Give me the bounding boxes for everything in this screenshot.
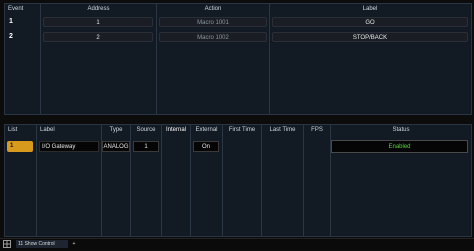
show-control-list-table: List Label Type Source Internal External… bbox=[4, 124, 472, 237]
address-cell[interactable]: 1 bbox=[43, 17, 153, 27]
column-divider bbox=[161, 125, 162, 236]
header-external: External bbox=[195, 127, 218, 133]
address-cell[interactable]: 2 bbox=[43, 32, 153, 42]
tab-bar: 11 Show Control + bbox=[0, 238, 474, 249]
column-divider bbox=[130, 125, 131, 236]
type-cell[interactable]: ANALOG bbox=[102, 141, 130, 152]
header-last-time: Last Time bbox=[269, 127, 296, 133]
column-divider bbox=[40, 4, 41, 114]
action-cell[interactable]: Macro 1002 bbox=[159, 32, 267, 42]
column-divider bbox=[36, 125, 37, 236]
column-divider bbox=[303, 125, 304, 236]
grid-icon[interactable] bbox=[3, 240, 13, 248]
event-cell[interactable] bbox=[7, 17, 38, 27]
source-cell[interactable]: 1 bbox=[133, 141, 159, 152]
header-list: List bbox=[8, 127, 18, 133]
label-cell[interactable]: STOP/BACK bbox=[272, 32, 468, 42]
header-type: Type bbox=[109, 127, 123, 133]
label-cell[interactable]: I/O Gateway bbox=[39, 141, 99, 152]
header-event: Event bbox=[8, 6, 24, 12]
events-table: Event Address Action Label 1 1 Macro 100… bbox=[4, 3, 472, 115]
header-source: Source bbox=[136, 127, 156, 133]
status-badge[interactable]: Enabled bbox=[331, 140, 468, 153]
header-label: Label bbox=[40, 127, 55, 133]
header-fps: FPS bbox=[311, 127, 323, 133]
header-address: Address bbox=[87, 6, 110, 12]
tab-show-control[interactable]: 11 Show Control bbox=[16, 240, 68, 248]
event-cell[interactable] bbox=[7, 32, 38, 42]
header-action: Action bbox=[204, 6, 222, 12]
column-divider bbox=[261, 125, 262, 236]
label-cell[interactable]: GO bbox=[272, 17, 468, 27]
column-divider bbox=[222, 125, 223, 236]
add-tab-button[interactable]: + bbox=[70, 240, 78, 248]
column-divider bbox=[156, 4, 157, 114]
list-number[interactable]: 1 bbox=[7, 141, 33, 152]
action-cell[interactable]: Macro 1001 bbox=[159, 17, 267, 27]
column-divider bbox=[269, 4, 270, 114]
header-first-time: First Time bbox=[228, 127, 256, 133]
header-status: Status bbox=[392, 127, 410, 133]
header-label: Label bbox=[362, 6, 378, 12]
column-divider bbox=[190, 125, 191, 236]
header-internal: Internal bbox=[165, 127, 186, 133]
external-toggle[interactable]: On bbox=[193, 141, 219, 152]
